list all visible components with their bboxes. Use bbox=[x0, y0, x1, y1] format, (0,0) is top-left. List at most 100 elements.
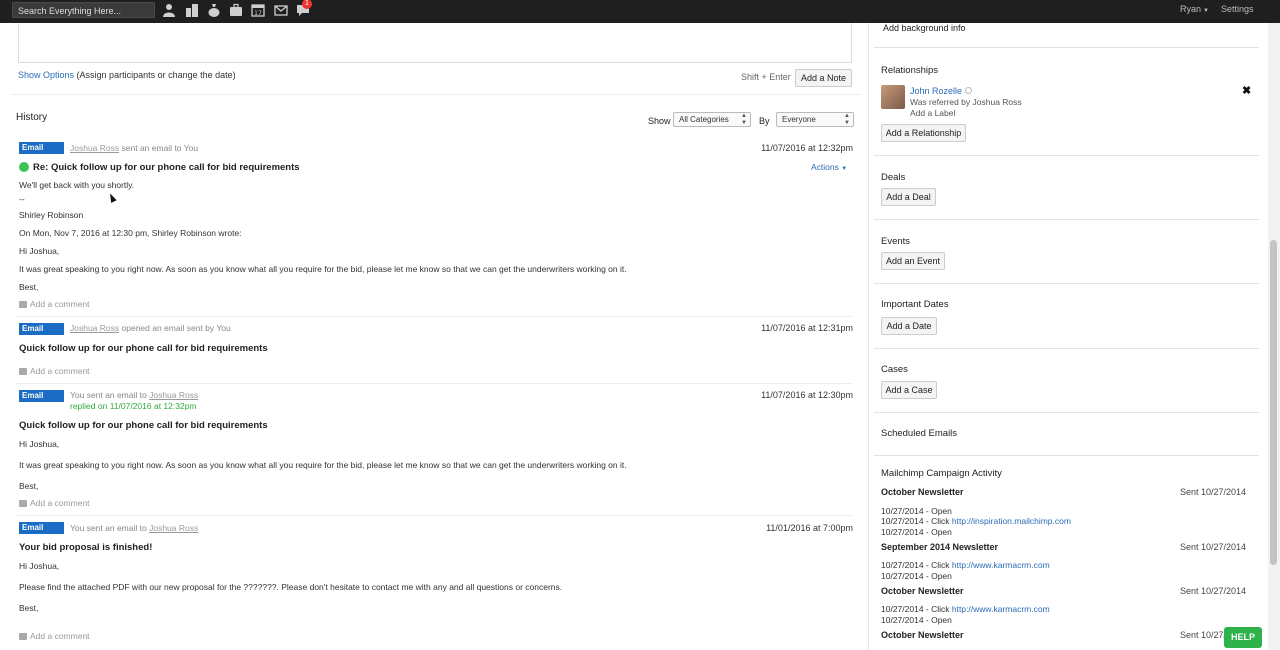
avatar bbox=[881, 85, 905, 109]
entry-body-line: We'll get back with you shortly. bbox=[19, 180, 135, 190]
campaign-link[interactable]: http://inspiration.mailchimp.com bbox=[952, 516, 1071, 526]
campaign-name: October Newsletter bbox=[881, 487, 964, 497]
relationship-description: Was referred by Joshua Ross bbox=[910, 97, 1022, 107]
divider bbox=[874, 47, 1259, 48]
entry-meta: Joshua Ross sent an email to You bbox=[70, 143, 199, 153]
settings-link[interactable]: Settings bbox=[1221, 4, 1254, 14]
contact-link[interactable]: Joshua Ross bbox=[70, 323, 119, 333]
note-textarea[interactable] bbox=[18, 23, 852, 63]
entry-body-line: Hi Joshua, bbox=[19, 561, 60, 571]
divider bbox=[874, 412, 1259, 413]
add-note-button[interactable]: Add a Note bbox=[795, 69, 852, 87]
add-comment-link[interactable]: Add a comment bbox=[19, 498, 90, 508]
contact-link[interactable]: Joshua Ross bbox=[149, 523, 198, 533]
divider bbox=[16, 383, 852, 384]
add-case-button[interactable]: Add a Case bbox=[881, 381, 937, 399]
divider bbox=[10, 94, 862, 95]
add-event-button[interactable]: Add an Event bbox=[881, 252, 945, 270]
select-arrows-icon: ▲ ▼ bbox=[741, 113, 747, 126]
buildings-icon[interactable] bbox=[185, 3, 199, 17]
entry-date: 11/01/2016 at 7:00pm bbox=[766, 523, 853, 533]
add-background-info-link[interactable]: Add background info bbox=[883, 23, 966, 33]
show-options-link[interactable]: Show Options bbox=[18, 70, 74, 80]
campaign-sent-date: Sent 10/27/2014 bbox=[1180, 542, 1247, 552]
entry-body-line: -- bbox=[19, 194, 25, 204]
campaign-activity: 10/27/2014 - Open bbox=[881, 615, 952, 625]
help-button[interactable]: HELP bbox=[1224, 627, 1262, 648]
scrollbar-thumb[interactable] bbox=[1270, 240, 1277, 565]
add-label-link[interactable]: Add a Label bbox=[910, 108, 955, 118]
entry-date: 11/07/2016 at 12:30pm bbox=[761, 390, 853, 400]
status-dot-icon bbox=[19, 162, 29, 172]
deals-title: Deals bbox=[881, 172, 906, 183]
show-label: Show bbox=[648, 116, 671, 126]
actions-menu[interactable]: Actions ▼ bbox=[811, 162, 847, 172]
entry-meta: Joshua Ross opened an email sent by You bbox=[70, 323, 231, 333]
entry-body-line: Best, bbox=[19, 481, 39, 491]
add-deal-button[interactable]: Add a Deal bbox=[881, 188, 936, 206]
svg-text:17: 17 bbox=[254, 10, 262, 17]
divider bbox=[16, 316, 852, 317]
relationship-name[interactable]: John Rozelle bbox=[910, 86, 973, 96]
divider bbox=[16, 515, 852, 516]
divider bbox=[874, 283, 1259, 284]
add-comment-link[interactable]: Add a comment bbox=[19, 366, 90, 376]
campaign-sent-date: Sent 10/27/2014 bbox=[1180, 586, 1247, 596]
email-badge: Email bbox=[19, 390, 64, 402]
add-relationship-button[interactable]: Add a Relationship bbox=[881, 124, 966, 142]
history-title: History bbox=[16, 112, 48, 123]
add-date-button[interactable]: Add a Date bbox=[881, 317, 937, 335]
campaign-link[interactable]: http://www.karmacrm.com bbox=[952, 560, 1050, 570]
divider bbox=[874, 155, 1259, 156]
comment-icon bbox=[19, 368, 27, 375]
email-badge: Email bbox=[19, 522, 64, 534]
entry-meta: You sent an email to Joshua Ross bbox=[70, 523, 199, 533]
top-bar: Search Everything Here... 17 1 Ryan ▼ Set… bbox=[0, 0, 1280, 23]
entry-date: 11/07/2016 at 12:31pm bbox=[761, 323, 853, 333]
campaign-activity: 10/27/2014 - Click http://inspiration.ma… bbox=[881, 516, 1071, 526]
campaign-activity: 10/27/2014 - Open bbox=[881, 527, 952, 537]
entry-body-line: Hi Joshua, bbox=[19, 246, 60, 256]
entry-subject[interactable]: Quick follow up for our phone call for b… bbox=[19, 343, 268, 354]
campaign-name: October Newsletter bbox=[881, 630, 964, 640]
entry-body-line: Hi Joshua, bbox=[19, 439, 60, 449]
close-icon[interactable]: ✖ bbox=[1242, 84, 1251, 97]
search-input[interactable]: Search Everything Here... bbox=[12, 2, 155, 18]
briefcase-icon[interactable] bbox=[229, 3, 243, 17]
contact-link[interactable]: Joshua Ross bbox=[70, 143, 119, 153]
campaign-link[interactable]: http://www.karmacrm.com bbox=[952, 604, 1050, 614]
show-options: Show Options (Assign participants or cha… bbox=[18, 70, 236, 80]
select-arrows-icon: ▲ ▼ bbox=[844, 113, 850, 126]
entry-body-line: On Mon, Nov 7, 2016 at 12:30 pm, Shirley… bbox=[19, 228, 242, 238]
money-bag-icon[interactable] bbox=[207, 3, 221, 17]
entry-subject[interactable]: Re: Quick follow up for our phone call f… bbox=[33, 162, 300, 173]
category-select[interactable]: All Categories ▲ ▼ bbox=[673, 112, 751, 127]
person-select[interactable]: Everyone ▲ ▼ bbox=[776, 112, 854, 127]
user-menu[interactable]: Ryan ▼ bbox=[1180, 4, 1209, 14]
calendar-icon[interactable]: 17 bbox=[251, 3, 265, 17]
divider bbox=[874, 348, 1259, 349]
relationships-title: Relationships bbox=[881, 65, 939, 76]
notification-badge: 1 bbox=[302, 0, 312, 9]
divider bbox=[874, 455, 1259, 456]
comment-icon bbox=[19, 301, 27, 308]
scheduled-emails-title: Scheduled Emails bbox=[881, 428, 958, 439]
show-options-hint: (Assign participants or change the date) bbox=[76, 70, 236, 80]
campaign-activity: 10/27/2014 - Open bbox=[881, 571, 952, 581]
mail-icon[interactable] bbox=[274, 3, 288, 17]
email-badge: Email bbox=[19, 323, 64, 335]
comment-icon bbox=[19, 633, 27, 640]
entry-body-line: Shirley Robinson bbox=[19, 210, 84, 220]
campaign-activity: 10/27/2014 - Open bbox=[881, 506, 952, 516]
contact-link[interactable]: Joshua Ross bbox=[149, 390, 198, 400]
entry-subject[interactable]: Your bid proposal is finished! bbox=[19, 542, 152, 553]
entry-subject[interactable]: Quick follow up for our phone call for b… bbox=[19, 420, 268, 431]
email-badge: Email bbox=[19, 142, 64, 154]
add-comment-link[interactable]: Add a comment bbox=[19, 299, 90, 309]
cases-title: Cases bbox=[881, 364, 908, 375]
campaign-activity: 10/27/2014 - Click http://www.karmacrm.c… bbox=[881, 560, 1050, 570]
person-icon[interactable] bbox=[162, 3, 176, 17]
entry-date: 11/07/2016 at 12:32pm bbox=[761, 143, 853, 153]
by-label: By bbox=[759, 116, 770, 126]
add-comment-link[interactable]: Add a comment bbox=[19, 631, 90, 641]
